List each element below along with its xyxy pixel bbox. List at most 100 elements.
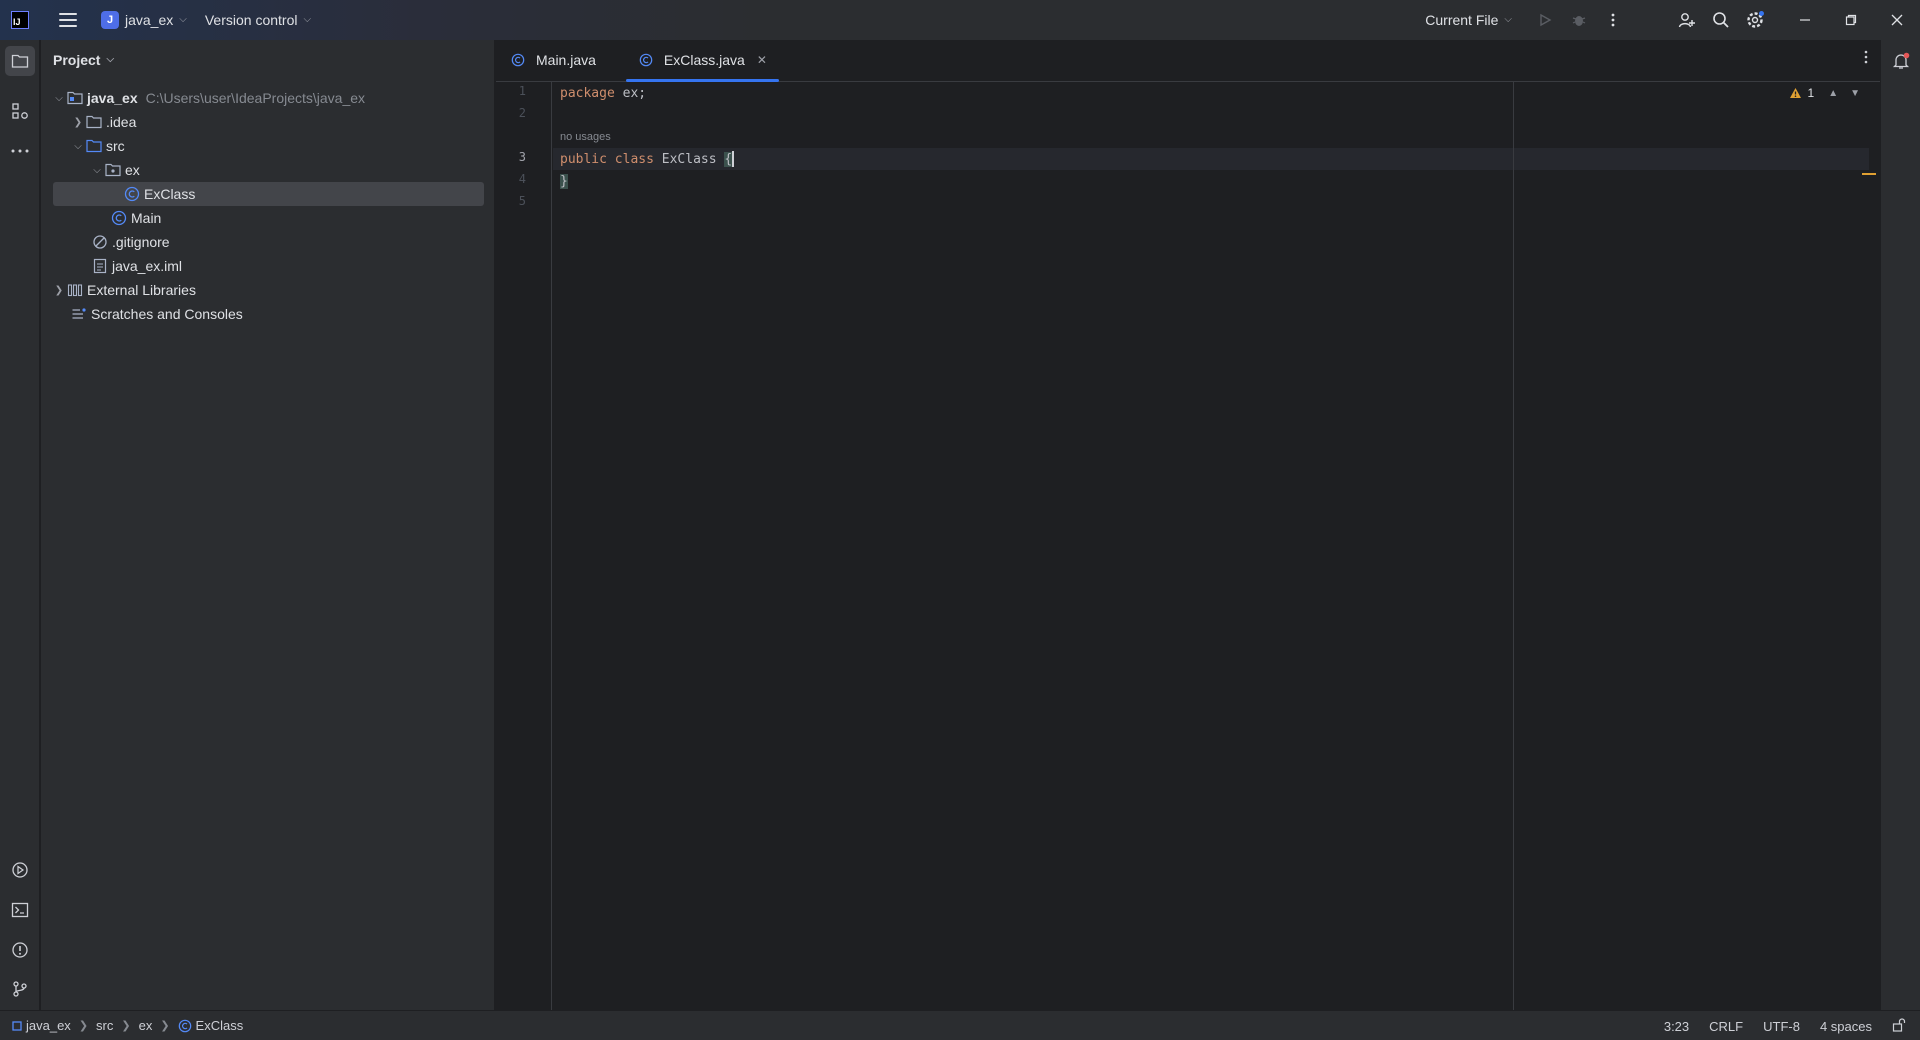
problems-tool-button[interactable] [5,935,35,965]
tab-label: Main.java [536,52,596,68]
restore-window-button[interactable] [1828,0,1874,40]
run-button[interactable] [1528,0,1562,40]
code-line-current: public class ExClass { [553,148,1869,170]
tree-item-iml[interactable]: java_ex.iml [41,254,481,278]
services-icon [12,862,28,878]
tree-item-exclass[interactable]: ExClass [53,182,484,206]
chevron-down-icon[interactable]: ⌵ [51,93,67,104]
run-configuration-selector[interactable]: Current File ⌵ [1425,12,1512,28]
tab-label: ExClass.java [663,52,745,68]
tree-item-scratches[interactable]: Scratches and Consoles [41,302,481,326]
line-number-gutter[interactable]: 1 2 3 4 5 [496,82,552,1010]
line-number: 5 [518,194,526,208]
tree-item-external-libraries[interactable]: ❯ External Libraries [41,278,481,302]
chevron-down-icon: ⌵ [106,53,115,65]
line-separator[interactable]: CRLF [1709,1019,1743,1034]
line-number: 2 [518,106,526,120]
project-badge-icon: J [101,11,119,29]
more-actions-button[interactable] [1596,0,1630,40]
code-line: package ex; [560,85,647,101]
search-everywhere-button[interactable] [1704,0,1738,40]
tab-actions-button[interactable] [1864,50,1868,67]
breadcrumb-item-java-ex[interactable]: java_ex [12,1018,71,1033]
unlock-icon [1892,1017,1906,1032]
module-icon [12,1020,22,1031]
chevron-down-icon[interactable]: ⌵ [89,165,105,176]
tab-main-java[interactable]: Main.java [498,39,608,81]
terminal-icon [11,902,29,918]
title-bar: IJ J java_ex ⌵ Version control ⌵ Current… [0,0,1920,40]
close-icon [1891,14,1903,26]
scratches-icon [71,306,87,322]
kebab-menu-icon [1864,50,1868,64]
caret-position[interactable]: 3:23 [1664,1019,1689,1034]
close-window-button[interactable] [1874,0,1920,40]
indent-setting[interactable]: 4 spaces [1820,1019,1872,1034]
warning-stripe-marker[interactable] [1862,173,1876,175]
tree-item-main[interactable]: Main [41,206,481,230]
structure-tool-button[interactable] [5,96,35,126]
chevron-down-icon[interactable]: ⌵ [70,141,86,152]
branch-icon [13,981,27,997]
minimize-icon [1800,19,1810,21]
tree-item-label: External Libraries [87,282,196,298]
tree-item-label: ExClass [144,186,196,202]
minimize-window-button[interactable] [1782,0,1828,40]
version-control-menu[interactable]: Version control ⌵ [205,12,311,28]
status-bar: java_ex ❯ src ❯ ex ❯ ExClass 3:23 CRLF U… [0,1010,1920,1040]
chevron-right-icon[interactable]: ❯ [70,117,86,128]
right-margin-guide [1513,82,1514,1010]
tree-item-label: ex [125,162,140,178]
editor-area: Main.java ExClass.java ✕ 1 2 3 4 5 packa… [496,40,1880,1010]
more-tool-windows-button[interactable] [5,136,35,166]
chevron-up-icon[interactable]: ▲ [1828,88,1838,99]
file-icon [92,258,108,274]
tree-item-src[interactable]: ⌵ src [41,134,481,158]
editor-tabs: Main.java ExClass.java ✕ [496,40,1880,82]
tree-item-gitignore[interactable]: .gitignore [41,230,481,254]
project-view-selector[interactable]: Project ⌵ [41,40,494,80]
project-switcher[interactable]: J java_ex ⌵ [97,6,191,34]
services-tool-button[interactable] [5,855,35,885]
restore-icon [1845,14,1857,26]
usages-inlay-hint[interactable]: no usages [560,131,611,143]
gear-icon [1747,11,1764,28]
settings-button[interactable] [1738,0,1772,40]
folder-icon [86,114,102,130]
search-icon [1713,12,1729,28]
vcs-label: Version control [204,12,298,28]
code-with-me-button[interactable] [1670,0,1704,40]
notifications-button[interactable] [1886,46,1916,76]
right-tool-strip [1880,40,1920,1010]
chevron-down-icon: ⌵ [1504,13,1512,25]
breadcrumb-item-ex[interactable]: ex [139,1018,153,1033]
class-icon [638,52,654,68]
terminal-tool-button[interactable] [5,895,35,925]
problems-icon [12,942,28,958]
tab-exclass-java[interactable]: ExClass.java ✕ [625,39,779,82]
project-tool-window: Project ⌵ ⌵ java_ex C:\Users\user\IdeaPr… [41,40,495,1010]
tree-item-label: .gitignore [112,234,170,250]
warning-count: 1 [1807,86,1815,100]
tree-item-ex-package[interactable]: ⌵ ex [41,158,481,182]
folder-icon [11,54,29,68]
inspection-widget[interactable]: 1 ▲ ▼ [1789,86,1860,100]
breadcrumb-item-src[interactable]: src [96,1018,113,1033]
file-encoding[interactable]: UTF-8 [1763,1019,1800,1034]
chevron-down-icon[interactable]: ▼ [1850,88,1860,99]
tree-item-java-ex[interactable]: ⌵ java_ex C:\Users\user\IdeaProjects\jav… [41,86,481,110]
debug-button[interactable] [1562,0,1596,40]
left-tool-strip [0,40,40,1010]
code-editor[interactable]: package ex; no usages public class ExCla… [553,82,1869,1010]
chevron-right-icon[interactable]: ❯ [51,285,67,296]
git-tool-button[interactable] [5,974,35,1004]
tree-item-idea[interactable]: ❯ .idea [41,110,481,134]
panel-title: Project [53,52,101,68]
project-tool-button[interactable] [5,46,35,76]
read-only-toggle[interactable] [1892,1017,1906,1035]
main-menu-button[interactable] [59,13,77,27]
breadcrumb-item-exclass[interactable]: ExClass [178,1018,243,1033]
close-tab-icon[interactable]: ✕ [757,53,767,67]
class-icon [124,186,140,202]
ignore-file-icon [92,234,108,250]
